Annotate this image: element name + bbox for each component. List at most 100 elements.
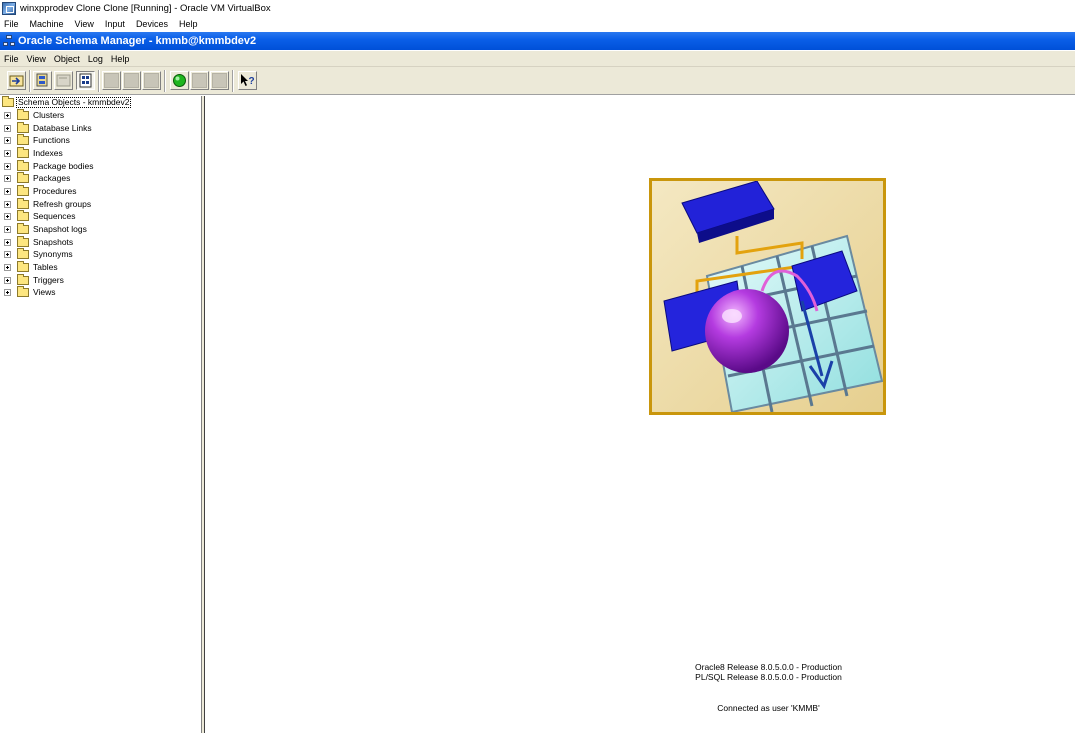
vbox-menu-input[interactable]: Input [105, 19, 125, 29]
expand-icon[interactable] [4, 124, 11, 132]
folder-icon [2, 96, 14, 107]
blank-icon [144, 73, 159, 88]
menu-help[interactable]: Help [111, 54, 130, 64]
expand-icon[interactable] [4, 162, 11, 170]
vbox-title-bar: winxpprodev Clone Clone [Running] - Orac… [0, 0, 1075, 16]
tree-item-label: Snapshot logs [33, 224, 87, 234]
show-objects-button[interactable] [76, 71, 95, 90]
folder-icon [17, 285, 29, 297]
menu-file[interactable]: File [4, 54, 19, 64]
expand-icon[interactable] [4, 136, 11, 144]
virtualbox-icon [2, 1, 16, 15]
tree-item-synonyms[interactable]: Synonyms [4, 247, 73, 260]
tree-item-tables[interactable]: Tables [4, 260, 58, 273]
toolbar-button-10[interactable] [210, 71, 229, 90]
properties-icon [56, 74, 71, 87]
expand-icon[interactable] [4, 225, 11, 233]
blank-icon [124, 73, 139, 88]
expand-icon[interactable] [4, 276, 11, 284]
svg-text:?: ? [249, 76, 255, 87]
toolbar: ? [0, 67, 1075, 95]
tree-item-procedures[interactable]: Procedures [4, 184, 77, 197]
expand-icon[interactable] [4, 149, 11, 157]
folder-icon [17, 222, 29, 234]
app-menu-bar: File View Object Log Help [0, 51, 1075, 67]
show-objects-icon [79, 73, 92, 88]
menu-log[interactable]: Log [88, 54, 103, 64]
plsql-release-text: PL/SQL Release 8.0.5.0.0 - Production [695, 672, 842, 682]
toolbar-button-6[interactable] [122, 71, 141, 90]
folder-icon [17, 108, 29, 120]
tree-item-label: Package bodies [33, 161, 94, 171]
menu-view[interactable]: View [27, 54, 46, 64]
tree-item-label: Procedures [33, 186, 77, 196]
context-help-button[interactable]: ? [238, 71, 257, 90]
tree-item-refresh-groups[interactable]: Refresh groups [4, 197, 92, 210]
expand-icon[interactable] [4, 212, 11, 220]
database-button[interactable] [33, 71, 52, 90]
app-title-bar[interactable]: Oracle Schema Manager - kmmb@kmmbdev2 [0, 32, 1075, 50]
expand-icon[interactable] [4, 187, 11, 195]
oracle-release-text: Oracle8 Release 8.0.5.0.0 - Production [695, 662, 842, 672]
folder-icon [17, 273, 29, 285]
tree-item-views[interactable]: Views [4, 285, 56, 298]
detail-pane: Oracle8 Release 8.0.5.0.0 - Production P… [206, 96, 1075, 733]
tree-item-label: Views [33, 287, 56, 297]
tree-item-label: Clusters [33, 110, 65, 120]
menu-object[interactable]: Object [54, 54, 80, 64]
tree-item-label: Triggers [33, 275, 64, 285]
connect-icon [9, 75, 24, 87]
app-title: Oracle Schema Manager - kmmb@kmmbdev2 [18, 35, 257, 47]
expand-icon[interactable] [4, 200, 11, 208]
tree-item-label: Synonyms [33, 249, 73, 259]
vbox-menu-devices[interactable]: Devices [136, 19, 168, 29]
tree-item-database-links[interactable]: Database Links [4, 121, 92, 134]
tree-item-indexes[interactable]: Indexes [4, 146, 63, 159]
folder-icon [17, 209, 29, 221]
schema-tree-pane[interactable]: Schema Objects - kmmbdev2 Clusters Datab… [0, 96, 202, 733]
tree-root[interactable]: Schema Objects - kmmbdev2 [2, 96, 132, 108]
green-light-icon [173, 74, 186, 87]
properties-button[interactable] [54, 71, 73, 90]
schema-manager-icon [3, 35, 15, 47]
vbox-menu-help[interactable]: Help [179, 19, 198, 29]
tree-item-label: Functions [33, 135, 70, 145]
expand-icon[interactable] [4, 250, 11, 258]
vbox-menu-bar: File Machine View Input Devices Help [0, 16, 1075, 31]
tree-item-label: Refresh groups [33, 199, 92, 209]
tree-item-label: Indexes [33, 148, 63, 158]
vbox-menu-file[interactable]: File [4, 19, 19, 29]
database-icon [36, 73, 48, 87]
blank-icon [212, 73, 227, 88]
connect-button[interactable] [7, 71, 26, 90]
pane-splitter[interactable] [202, 96, 205, 733]
blank-icon [192, 73, 207, 88]
vbox-menu-machine[interactable]: Machine [30, 19, 64, 29]
expand-icon[interactable] [4, 111, 11, 119]
tree-item-triggers[interactable]: Triggers [4, 273, 64, 286]
tree-item-label: Database Links [33, 123, 92, 133]
tree-item-label: Packages [33, 173, 71, 183]
tree-item-packages[interactable]: Packages [4, 171, 71, 184]
tree-item-snapshot-logs[interactable]: Snapshot logs [4, 222, 87, 235]
folder-icon [17, 235, 29, 247]
expand-icon[interactable] [4, 288, 11, 296]
tree-item-sequences[interactable]: Sequences [4, 209, 76, 222]
schema-manager-logo [649, 178, 886, 415]
expand-icon[interactable] [4, 263, 11, 271]
tree-item-clusters[interactable]: Clusters [4, 108, 65, 121]
folder-icon [17, 197, 29, 209]
execute-button[interactable] [170, 71, 189, 90]
folder-icon [17, 260, 29, 272]
expand-icon[interactable] [4, 174, 11, 182]
toolbar-button-9[interactable] [190, 71, 209, 90]
vbox-menu-view[interactable]: View [75, 19, 94, 29]
tree-item-functions[interactable]: Functions [4, 133, 70, 146]
toolbar-button-7[interactable] [142, 71, 161, 90]
folder-icon [17, 159, 29, 171]
tree-item-snapshots[interactable]: Snapshots [4, 235, 73, 248]
tree-item-package-bodies[interactable]: Package bodies [4, 159, 94, 172]
tree-root-label: Schema Objects - kmmbdev2 [16, 97, 132, 108]
expand-icon[interactable] [4, 238, 11, 246]
toolbar-button-5[interactable] [102, 71, 121, 90]
